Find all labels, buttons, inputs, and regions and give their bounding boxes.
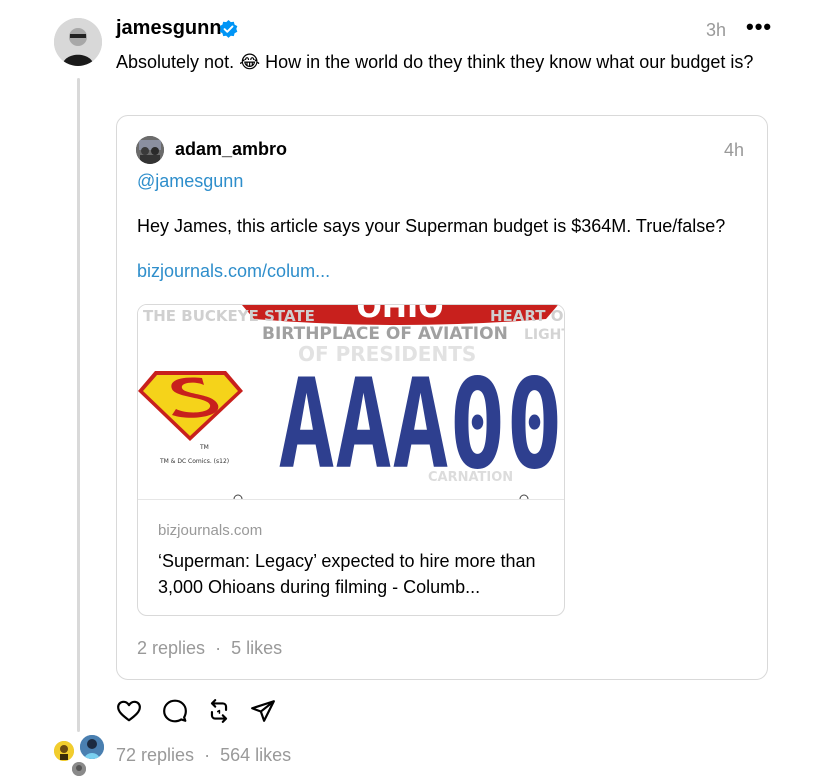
trademark-text: TM xyxy=(199,444,209,451)
avatar[interactable] xyxy=(54,18,102,66)
header-text-right: HEART OF xyxy=(490,307,565,325)
post-text: Absolutely not. 😂 How in the world do th… xyxy=(116,52,754,72)
avatar-image xyxy=(54,18,102,66)
subheader-right-text: LIGHT xyxy=(524,327,565,343)
subheader-text: BIRTHPLACE OF AVIATION xyxy=(262,324,508,344)
link-domain: bizjournals.com xyxy=(158,522,263,539)
likes-count[interactable]: 564 likes xyxy=(220,745,291,765)
quote-text: Hey James, this article says your Superm… xyxy=(137,216,726,236)
comment-icon[interactable] xyxy=(162,698,188,724)
banner-text: OHIO xyxy=(356,305,443,325)
mention-link[interactable]: @jamesgunn xyxy=(137,171,243,192)
send-icon[interactable] xyxy=(250,698,276,724)
stats-separator: · xyxy=(204,745,211,765)
quote-avatar-image xyxy=(136,136,164,164)
header-text: THE BUCKEYE STATE xyxy=(143,307,315,325)
more-icon[interactable]: ••• xyxy=(746,14,772,40)
plate-number: AAA00 xyxy=(278,353,563,497)
stats-separator: · xyxy=(215,638,222,658)
thread-line xyxy=(77,78,80,732)
quote-stats: 2 replies · 5 likes xyxy=(137,638,282,659)
replies-count[interactable]: 72 replies xyxy=(116,745,194,765)
link-preview-card[interactable]: OHIO THE BUCKEYE STATE HEART OF BIRTHPLA… xyxy=(137,304,565,616)
replier-avatar xyxy=(78,733,106,761)
verified-badge-icon xyxy=(219,20,238,39)
quote-likes-count[interactable]: 5 likes xyxy=(231,638,282,658)
replier-avatar xyxy=(70,760,88,778)
replier-avatars[interactable] xyxy=(52,733,108,778)
username[interactable]: jamesgunn xyxy=(116,17,222,40)
post-timestamp: 3h xyxy=(706,20,727,40)
post-stats: 72 replies · 564 likes xyxy=(116,745,291,766)
ohio-plate-image: OHIO THE BUCKEYE STATE HEART OF BIRTHPLA… xyxy=(138,305,565,499)
quote-avatar[interactable] xyxy=(136,136,164,164)
replier-avatar xyxy=(52,739,76,763)
article-link[interactable]: bizjournals.com/colum... xyxy=(137,261,330,282)
quoted-post[interactable]: adam_ambro 4h @jamesgunn Hey James, this… xyxy=(116,115,768,680)
quote-username[interactable]: adam_ambro xyxy=(175,139,287,160)
link-title: ‘Superman: Legacy’ expected to hire more… xyxy=(158,551,536,597)
quote-replies-count[interactable]: 2 replies xyxy=(137,638,205,658)
link-preview-image: OHIO THE BUCKEYE STATE HEART OF BIRTHPLA… xyxy=(138,305,565,500)
repost-icon[interactable] xyxy=(206,698,232,724)
heart-icon[interactable] xyxy=(116,698,142,724)
copyright-text: TM & DC Comics. (s12) xyxy=(159,458,229,465)
quote-timestamp: 4h xyxy=(724,140,745,160)
